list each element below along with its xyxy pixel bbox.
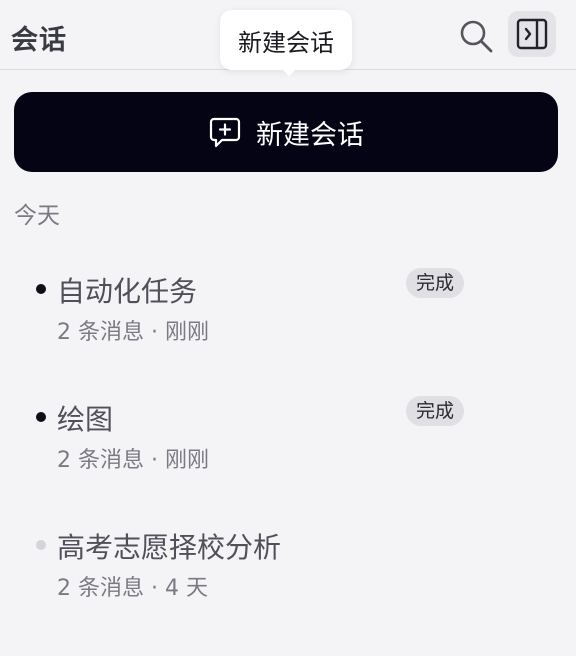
search-button[interactable]: [456, 16, 496, 56]
sidebar-panel-icon: [516, 18, 548, 50]
conversation-title: 绘图: [57, 403, 114, 436]
conversation-meta: 2 条消息 · 4 天: [57, 576, 208, 601]
conversation-title: 自动化任务: [57, 275, 198, 308]
status-badge: 完成: [406, 396, 465, 426]
chat-plus-icon: [208, 115, 242, 149]
status-dot: [36, 412, 46, 422]
toggle-sidebar-button[interactable]: [508, 11, 556, 57]
new-chat-label: 新建会话: [256, 119, 364, 151]
page-title: 会话: [11, 25, 67, 56]
status-dot: [36, 540, 46, 550]
new-chat-button[interactable]: 新建会话: [14, 92, 558, 172]
conversation-title: 高考志愿择校分析: [57, 531, 282, 564]
status-dot: [36, 284, 46, 294]
new-chat-tooltip: 新建会话: [220, 10, 352, 70]
conversation-item[interactable]: 高考志愿择校分析 2 条消息 · 4 天: [0, 506, 576, 616]
conversation-item[interactable]: 自动化任务 2 条消息 · 刚刚 完成: [0, 250, 576, 360]
conversation-meta: 2 条消息 · 刚刚: [57, 320, 209, 345]
status-badge: 完成: [406, 268, 465, 298]
conversation-meta: 2 条消息 · 刚刚: [57, 448, 209, 473]
search-icon: [460, 20, 493, 53]
section-label-today: 今天: [14, 203, 60, 229]
tooltip-arrow: [279, 66, 299, 76]
conversation-item[interactable]: 绘图 2 条消息 · 刚刚 完成: [0, 378, 576, 488]
